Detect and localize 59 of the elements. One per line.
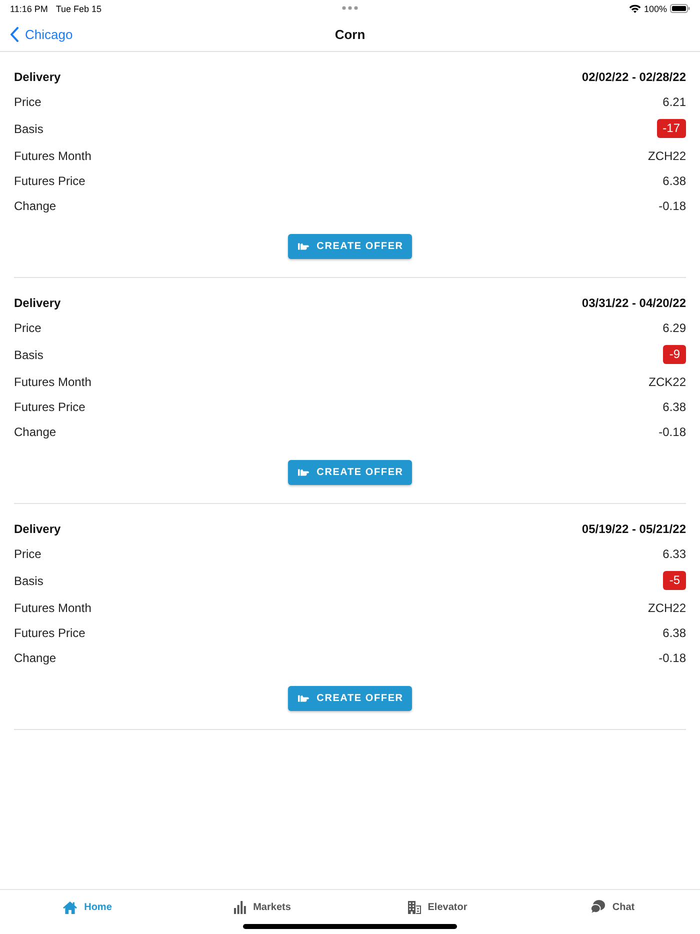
field-label: Price <box>14 94 42 108</box>
battery-percent: 100% <box>644 4 667 14</box>
delivery-label: Delivery <box>14 522 61 536</box>
hand-icon <box>298 469 309 476</box>
status-time: 11:16 PM <box>10 4 48 14</box>
create-offer-button[interactable]: CREATE OFFER <box>288 686 412 711</box>
field-value: ZCH22 <box>648 600 686 614</box>
field-label: Change <box>14 424 56 438</box>
field-label: Basis <box>14 122 44 136</box>
wifi-icon <box>628 4 641 13</box>
field-label: Price <box>14 320 42 334</box>
basis-badge: -9 <box>663 345 686 364</box>
field-value: 6.38 <box>662 174 686 188</box>
multitask-dots-icon[interactable] <box>342 6 358 10</box>
field-label: Basis <box>14 348 44 362</box>
delivery-dates: 02/02/22 - 02/28/22 <box>582 70 686 84</box>
field-label: Futures Month <box>14 374 92 388</box>
basis-badge: -5 <box>663 571 686 590</box>
field-label: Change <box>14 650 56 664</box>
create-offer-button[interactable]: CREATE OFFER <box>288 460 412 485</box>
field-value: -0.18 <box>658 198 686 212</box>
screen-title: Corn <box>334 26 366 42</box>
chat-bubbles-icon <box>590 900 606 914</box>
house-icon <box>63 900 78 914</box>
field-label: Futures Price <box>14 174 86 188</box>
field-label: Futures Price <box>14 626 86 640</box>
field-label: Price <box>14 546 42 560</box>
delivery-dates: 05/19/22 - 05/21/22 <box>582 522 686 536</box>
create-offer-button[interactable]: CREATE OFFER <box>288 234 412 259</box>
hand-icon <box>298 243 309 250</box>
field-value: -0.18 <box>658 650 686 664</box>
tab-item[interactable]: Markets <box>234 900 291 914</box>
tab-item[interactable]: Chat <box>590 900 635 914</box>
field-value: 6.38 <box>662 400 686 414</box>
field-value: -0.18 <box>658 424 686 438</box>
bar-chart-icon <box>234 900 246 914</box>
field-value: ZCH22 <box>648 148 686 162</box>
basis-badge: -17 <box>656 119 686 138</box>
delivery-label: Delivery <box>14 296 61 310</box>
chevron-left-icon <box>10 26 19 42</box>
field-value: 6.29 <box>662 320 686 334</box>
tab-item[interactable]: Elevator <box>408 900 468 914</box>
field-label: Futures Price <box>14 400 86 414</box>
delivery-label: Delivery <box>14 70 61 84</box>
building-icon <box>408 900 421 914</box>
tab-item[interactable]: Home <box>63 900 112 914</box>
field-value: 6.33 <box>662 546 686 560</box>
battery-icon <box>670 4 690 13</box>
field-label: Change <box>14 198 56 212</box>
field-label: Futures Month <box>14 148 92 162</box>
back-button[interactable]: Chicago <box>10 26 73 42</box>
hand-icon <box>298 695 309 702</box>
field-value: 6.21 <box>662 94 686 108</box>
field-label: Basis <box>14 574 44 588</box>
delivery-dates: 03/31/22 - 04/20/22 <box>582 296 686 310</box>
field-value: 6.38 <box>662 626 686 640</box>
field-label: Futures Month <box>14 600 92 614</box>
status-date: Tue Feb 15 <box>56 4 102 14</box>
field-value: ZCK22 <box>648 374 686 388</box>
